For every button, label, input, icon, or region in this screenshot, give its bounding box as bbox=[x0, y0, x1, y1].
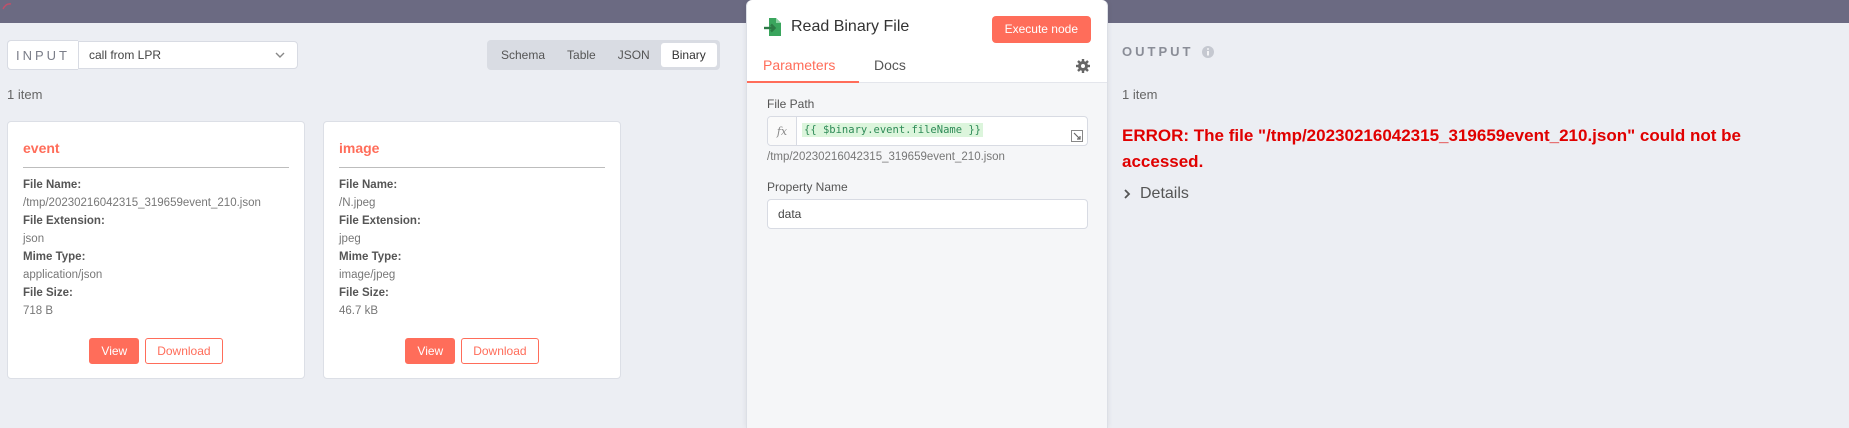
tab-table[interactable]: Table bbox=[556, 43, 607, 67]
connection-handle-icon bbox=[2, 3, 12, 10]
file-size-value: 718 B bbox=[23, 305, 54, 317]
file-path-resolved-value: /tmp/20230216042315_319659event_210.json bbox=[767, 151, 1005, 163]
file-size-value: 46.7 kB bbox=[339, 305, 378, 317]
mime-type-label: Mime Type: bbox=[339, 251, 402, 263]
download-button[interactable]: Download bbox=[461, 338, 539, 364]
execute-node-button[interactable]: Execute node bbox=[991, 16, 1091, 43]
chevron-down-icon bbox=[275, 52, 285, 58]
binary-card-fields: File Name: /N.jpeg File Extension: jpeg … bbox=[339, 176, 421, 320]
file-name-label: File Name: bbox=[23, 179, 82, 191]
node-settings-panel: Read Binary File Execute node Parameters… bbox=[746, 0, 1108, 428]
file-name-value: /N.jpeg bbox=[339, 197, 376, 209]
view-button[interactable]: View bbox=[405, 338, 456, 364]
details-toggle[interactable]: Details bbox=[1122, 185, 1189, 203]
property-name-label: Property Name bbox=[767, 180, 848, 194]
node-tabs: Parameters Docs bbox=[747, 52, 1107, 83]
error-message: ERROR: The file "/tmp/20230216042315_319… bbox=[1122, 126, 1741, 171]
tab-docs[interactable]: Docs bbox=[874, 57, 906, 73]
output-items-count: 1 item bbox=[1122, 87, 1158, 102]
input-label: INPUT bbox=[7, 40, 78, 70]
file-path-label: File Path bbox=[767, 97, 815, 111]
output-header: OUTPUT bbox=[1122, 44, 1215, 59]
file-path-expression-input[interactable]: fx {{ $binary.event.fileName }} bbox=[767, 116, 1088, 146]
mime-type-label: Mime Type: bbox=[23, 251, 86, 263]
binary-card-title: event bbox=[23, 140, 60, 156]
input-header: INPUT call from LPR bbox=[7, 40, 298, 70]
tab-parameters[interactable]: Parameters bbox=[763, 57, 835, 73]
download-button[interactable]: Download bbox=[145, 338, 223, 364]
tab-json[interactable]: JSON bbox=[607, 43, 661, 67]
file-path-expression: {{ $binary.event.fileName }} bbox=[802, 123, 984, 137]
file-extension-value: jpeg bbox=[339, 233, 361, 245]
input-node-select-value: call from LPR bbox=[89, 48, 162, 62]
card-divider bbox=[23, 167, 289, 168]
file-name-label: File Name: bbox=[339, 179, 398, 191]
tab-binary[interactable]: Binary bbox=[660, 43, 717, 67]
card-actions: View Download bbox=[324, 338, 620, 364]
tab-schema[interactable]: Schema bbox=[490, 43, 556, 67]
card-divider bbox=[339, 167, 605, 168]
input-items-count: 1 item bbox=[7, 87, 43, 102]
binary-card-title: image bbox=[339, 140, 380, 156]
property-name-input[interactable]: data bbox=[767, 199, 1088, 229]
card-actions: View Download bbox=[8, 338, 304, 364]
file-extension-label: File Extension: bbox=[339, 215, 421, 227]
fx-icon: fx bbox=[768, 117, 797, 145]
node-header: Read Binary File bbox=[763, 17, 909, 37]
chevron-right-icon bbox=[1124, 189, 1131, 199]
binary-card-image: image File Name: /N.jpeg File Extension:… bbox=[323, 121, 621, 379]
file-extension-value: json bbox=[23, 233, 45, 245]
gear-icon[interactable] bbox=[1075, 58, 1091, 74]
mime-type-value: application/json bbox=[23, 269, 103, 281]
info-icon[interactable] bbox=[1201, 45, 1215, 59]
file-name-value: /tmp/20230216042315_319659event_210.json bbox=[23, 197, 261, 209]
file-size-label: File Size: bbox=[23, 287, 73, 299]
input-node-select[interactable]: call from LPR bbox=[78, 41, 298, 69]
binary-card-fields: File Name: /tmp/20230216042315_319659eve… bbox=[23, 176, 261, 320]
details-label: Details bbox=[1140, 185, 1189, 202]
view-button[interactable]: View bbox=[89, 338, 140, 364]
node-title[interactable]: Read Binary File bbox=[791, 18, 909, 36]
file-size-label: File Size: bbox=[339, 287, 389, 299]
mime-type-value: image/jpeg bbox=[339, 269, 396, 281]
expand-editor-icon[interactable] bbox=[1071, 130, 1083, 142]
file-import-icon bbox=[764, 18, 781, 36]
display-mode-tabs: Schema Table JSON Binary bbox=[487, 40, 720, 70]
binary-card-event: event File Name: /tmp/20230216042315_319… bbox=[7, 121, 305, 379]
file-extension-label: File Extension: bbox=[23, 215, 105, 227]
output-label: OUTPUT bbox=[1122, 44, 1194, 59]
